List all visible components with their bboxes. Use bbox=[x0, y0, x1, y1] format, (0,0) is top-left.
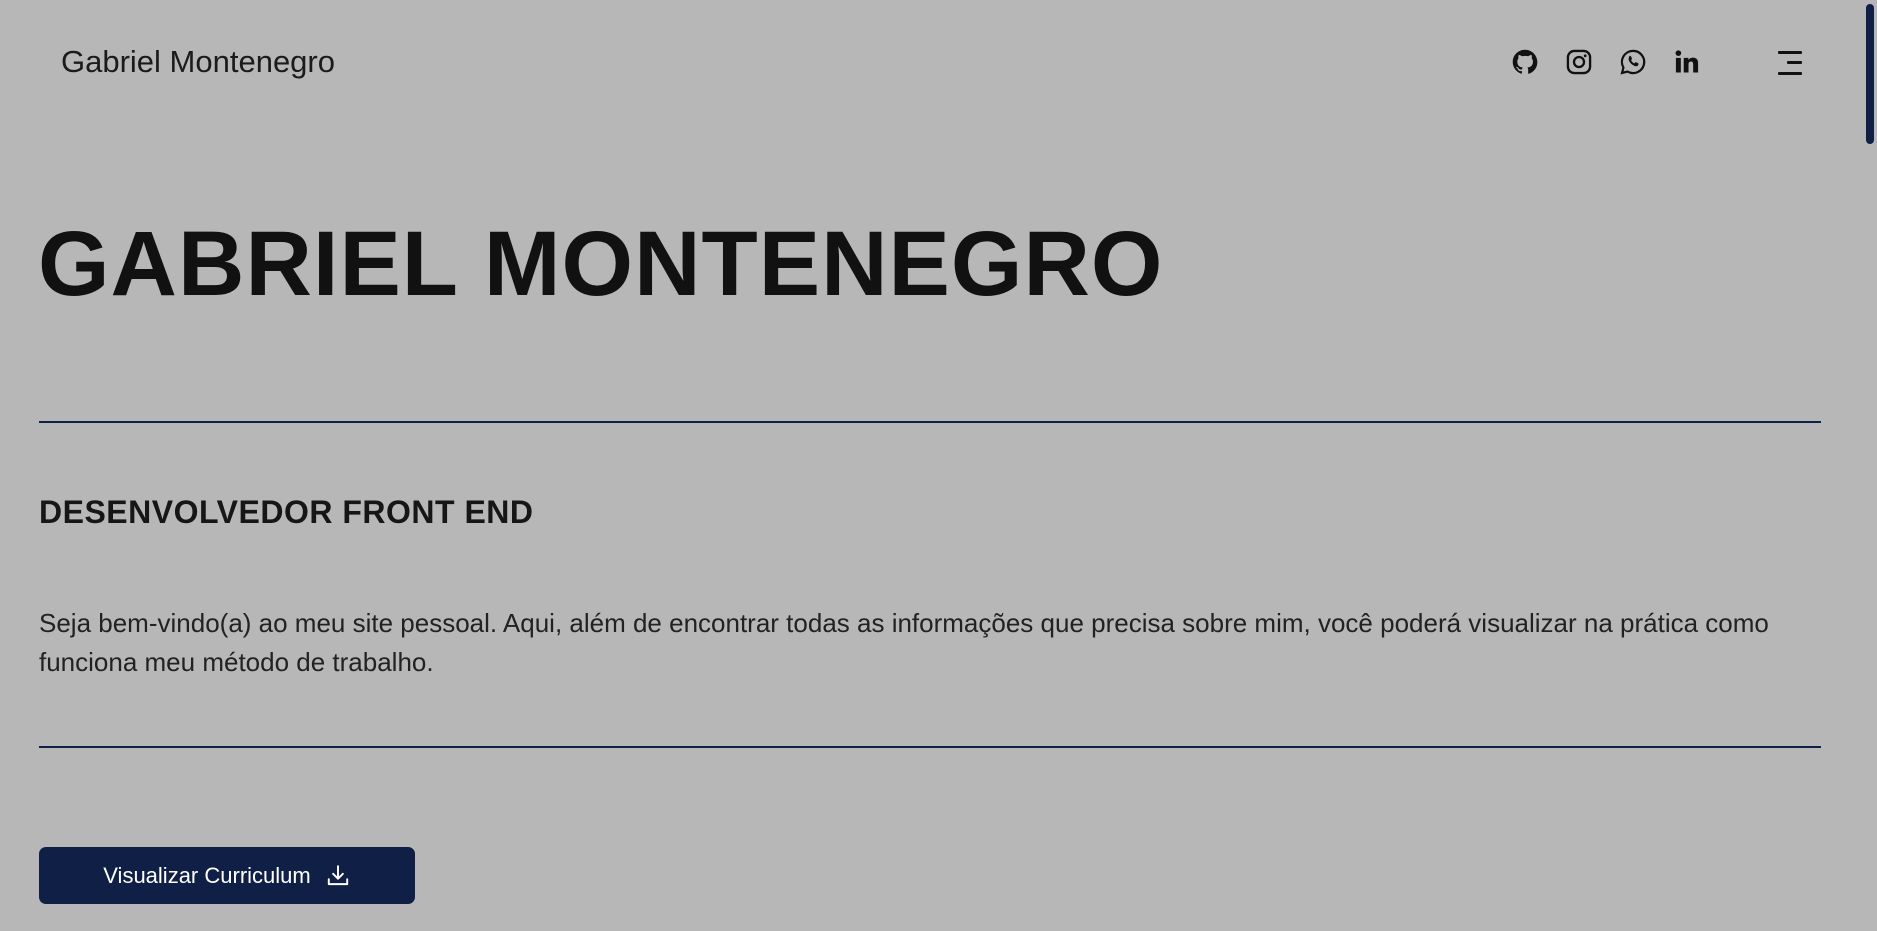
hero-title: GABRIEL MONTENEGRO bbox=[38, 213, 1164, 315]
linkedin-icon bbox=[1675, 50, 1699, 73]
intro-text: Seja bem-vindo(a) ao meu site pessoal. A… bbox=[39, 608, 1769, 677]
github-icon bbox=[1512, 49, 1538, 74]
brand-name[interactable]: Gabriel Montenegro bbox=[61, 44, 335, 80]
hero-divider-bottom bbox=[39, 746, 1821, 748]
menu-icon-line-top bbox=[1778, 51, 1802, 54]
menu-icon-line-middle bbox=[1787, 61, 1802, 64]
scrollbar-thumb[interactable] bbox=[1866, 4, 1874, 144]
menu-button[interactable] bbox=[1772, 48, 1802, 78]
site-header: Gabriel Montenegro bbox=[0, 0, 1860, 128]
view-cv-button-label: Visualizar Curriculum bbox=[103, 862, 311, 888]
github-link[interactable] bbox=[1510, 47, 1540, 77]
social-links bbox=[1510, 47, 1702, 77]
whatsapp-link[interactable] bbox=[1618, 47, 1648, 77]
role-title: DESENVOLVEDOR FRONT END bbox=[39, 494, 534, 530]
menu-icon-line-bottom bbox=[1778, 72, 1802, 75]
hero-divider-top bbox=[39, 421, 1821, 423]
instagram-icon bbox=[1566, 49, 1592, 75]
view-cv-button[interactable]: Visualizar Curriculum bbox=[39, 847, 415, 904]
instagram-link[interactable] bbox=[1564, 47, 1594, 77]
linkedin-link[interactable] bbox=[1672, 47, 1702, 77]
whatsapp-icon bbox=[1620, 49, 1646, 75]
download-icon bbox=[327, 864, 348, 885]
